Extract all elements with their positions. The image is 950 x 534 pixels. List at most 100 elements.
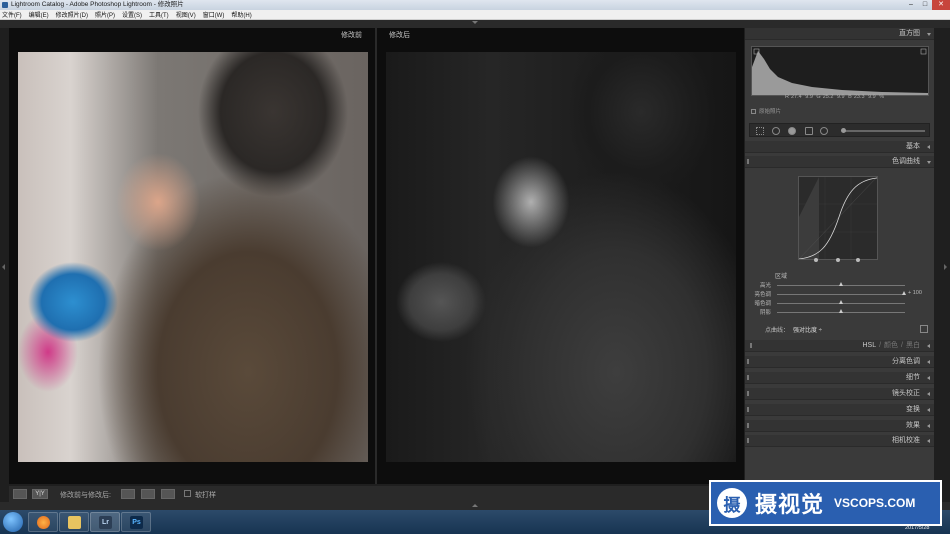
after-photo[interactable] <box>386 52 736 462</box>
slider-thumb[interactable] <box>902 291 906 295</box>
menu-help[interactable]: 帮助(H) <box>231 10 251 19</box>
graduated-filter-icon[interactable] <box>805 127 813 135</box>
watermark: 摄 摄视觉 VSCOPS.COM <box>709 480 942 526</box>
detail-header[interactable]: 细节 <box>745 372 934 384</box>
lens-corrections-header[interactable]: 镜头校正 <box>745 388 934 400</box>
split-point-1[interactable] <box>814 258 818 262</box>
slider-thumb[interactable] <box>839 282 843 286</box>
tab-color[interactable]: 颜色 <box>884 342 898 349</box>
watermark-logo-icon: 摄 <box>717 488 747 518</box>
tab-bw[interactable]: 黑白 <box>906 342 920 349</box>
slider-thumb[interactable] <box>839 300 843 304</box>
menu-view[interactable]: 视图(V) <box>176 10 196 19</box>
soft-proof-checkbox[interactable] <box>184 490 191 497</box>
collapse-icon <box>927 408 930 412</box>
before-after-view-button[interactable]: Y|Y <box>32 489 48 499</box>
taskbar-lightroom[interactable]: Lr <box>90 512 120 532</box>
taskbar-explorer[interactable] <box>59 512 89 532</box>
slider-label: 阴影 <box>759 310 771 316</box>
loupe-view-button[interactable] <box>13 489 27 499</box>
panel-pin-icon <box>747 359 749 364</box>
expand-icon <box>927 161 931 164</box>
split-point-3[interactable] <box>856 258 860 262</box>
maximize-button[interactable]: □ <box>918 0 932 10</box>
lights-slider[interactable]: 亮色调 + 100 <box>745 290 934 298</box>
adjustment-brush-slider[interactable] <box>841 128 925 133</box>
copy-before-to-after-button[interactable] <box>121 489 135 499</box>
folder-icon <box>68 516 81 529</box>
highlights-slider[interactable]: 高光 <box>745 281 934 289</box>
transform-header[interactable]: 变换 <box>745 404 934 416</box>
split-point-2[interactable] <box>836 258 840 262</box>
collapse-icon <box>927 360 930 364</box>
crop-icon[interactable] <box>756 127 764 135</box>
tab-hsl[interactable]: HSL <box>862 342 876 349</box>
camera-calibration-header[interactable]: 相机校准 <box>745 435 934 447</box>
taskbar-browser[interactable] <box>28 512 58 532</box>
slider-thumb[interactable] <box>839 309 843 313</box>
title-bar: Lightroom Catalog - Adobe Photoshop Ligh… <box>0 0 950 10</box>
window-controls: – □ ✕ <box>904 0 950 10</box>
transform-title: 变换 <box>906 406 920 413</box>
histogram-header[interactable]: 直方图 <box>745 28 934 40</box>
menu-file[interactable]: 文件(F) <box>2 10 22 19</box>
menu-edit[interactable]: 编辑(E) <box>29 10 49 19</box>
before-photo[interactable] <box>18 52 368 462</box>
panel-pin-icon <box>747 407 749 412</box>
watermark-text-cn: 摄视觉 <box>755 492 825 517</box>
minimize-button[interactable]: – <box>904 0 918 10</box>
radial-filter-icon[interactable] <box>820 127 828 135</box>
start-button[interactable] <box>3 512 23 532</box>
view-divider <box>375 28 377 484</box>
slider-label: 暗色调 <box>754 301 771 307</box>
histogram-readout: R 27.4 9.9 G 25.2 9.9 B 23.3 9.9 % <box>785 94 886 100</box>
menu-photo[interactable]: 照片(P) <box>95 10 115 19</box>
copy-after-to-before-button[interactable] <box>141 489 155 499</box>
split-toning-title: 分离色调 <box>892 358 920 365</box>
taskbar-photoshop[interactable]: Ps <box>121 512 151 532</box>
split-toning-header[interactable]: 分离色调 <box>745 356 934 368</box>
region-label: 区域 <box>775 274 788 280</box>
readout-r-value-2: 9.9 <box>805 94 813 100</box>
menu-develop[interactable]: 修改照片(D) <box>56 10 88 19</box>
shadows-slider[interactable]: 阴影 <box>745 308 934 316</box>
swap-before-after-button[interactable] <box>161 489 175 499</box>
right-panel-toggle-icon[interactable] <box>944 264 947 270</box>
spot-removal-icon[interactable] <box>772 127 780 135</box>
window-title: Lightroom Catalog - Adobe Photoshop Ligh… <box>11 1 184 8</box>
top-panel-toggle[interactable] <box>0 20 950 28</box>
develop-right-panel: 直方图 R 27.4 9.9 G 25.2 9.9 B 23.3 9.9 % 原始照片… <box>745 28 934 484</box>
lightroom-icon: Lr <box>99 516 112 529</box>
collapse-icon <box>927 392 930 396</box>
tone-curve-graph[interactable] <box>798 176 878 260</box>
lens-corrections-title: 镜头校正 <box>892 390 920 397</box>
menu-settings[interactable]: 设置(S) <box>122 10 142 19</box>
readout-b-value: 23.3 <box>853 94 865 100</box>
after-label: 修改后 <box>389 32 410 39</box>
readout-b-key: B <box>848 94 852 100</box>
slider-value: + 100 <box>908 290 922 296</box>
readout-g-key: G <box>816 94 821 100</box>
darks-slider[interactable]: 暗色调 <box>745 299 934 307</box>
menu-tools[interactable]: 工具(T) <box>149 10 169 19</box>
basic-header[interactable]: 基本 <box>745 141 934 153</box>
hsl-header[interactable]: HSL / 颜色 / 黑白 <box>745 340 934 352</box>
readout-g-value-2: 9.9 <box>836 94 845 100</box>
red-eye-icon[interactable] <box>788 127 796 135</box>
left-panel-toggle-icon[interactable] <box>2 264 5 270</box>
menu-window[interactable]: 窗口(W) <box>203 10 225 19</box>
tone-curve-header[interactable]: 色调曲线 <box>745 156 934 168</box>
triangle-up-icon <box>472 504 478 507</box>
edit-point-curve-icon[interactable] <box>920 325 928 333</box>
readout-g-value: 25.2 <box>822 94 834 100</box>
point-curve-value[interactable]: 强对比度 ÷ <box>793 328 822 334</box>
collapse-icon <box>927 344 930 348</box>
point-curve-selector[interactable]: 点曲线： 强对比度 ÷ <box>765 325 822 334</box>
original-photo-toggle[interactable]: 原始照片 <box>751 107 781 115</box>
slider-label: 亮色调 <box>754 292 771 298</box>
tone-curve-title: 色调曲线 <box>892 158 920 165</box>
close-button[interactable]: ✕ <box>932 0 950 10</box>
bottom-toolbar: Y|Y 修改前与修改后: 软打样 <box>9 486 709 502</box>
effects-header[interactable]: 效果 <box>745 420 934 432</box>
collapse-icon <box>927 145 930 149</box>
